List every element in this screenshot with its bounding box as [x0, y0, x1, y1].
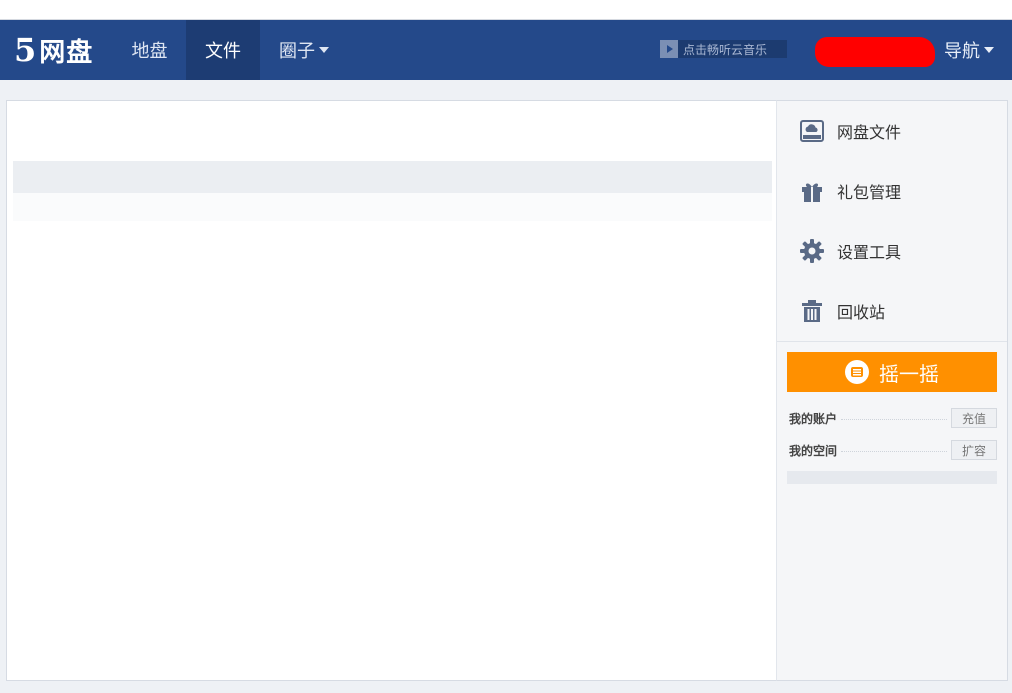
cloud-drive-icon	[799, 118, 825, 144]
redacted-username	[815, 37, 935, 67]
shake-label: 摇一摇	[879, 361, 939, 386]
site-logo[interactable]: 5 网盘	[14, 30, 93, 70]
sidebar-item-settings-tools[interactable]: 设置工具	[777, 221, 1007, 281]
play-icon	[660, 40, 678, 58]
file-list-row	[13, 193, 772, 221]
account-row: 我的账户 充值	[789, 408, 997, 428]
file-list-panel	[6, 100, 777, 681]
sidebar-item-label: 回收站	[837, 303, 886, 322]
sidebar-divider	[777, 341, 1007, 342]
sidebar-item-gift-management[interactable]: 礼包管理	[777, 161, 1007, 221]
space-usage-bar	[787, 471, 997, 484]
nav-tab-label: 圈子	[279, 41, 315, 62]
nav-tab-label: 地盘	[131, 41, 168, 62]
recharge-button[interactable]: 充值	[951, 408, 997, 428]
nav-tab-label: 文件	[205, 41, 241, 62]
nav-tab-dipan[interactable]: 地盘	[113, 20, 186, 80]
dotted-leader	[841, 450, 947, 452]
sidebar-item-recycle-bin[interactable]: 回收站	[777, 281, 1007, 341]
nav-tab-files[interactable]: 文件	[186, 20, 260, 80]
space-label: 我的空间	[789, 443, 838, 458]
nav-tab-circles[interactable]: 圈子	[260, 20, 348, 80]
guide-label: 导航	[944, 41, 980, 62]
sidebar-item-cloud-files[interactable]: 网盘文件	[777, 101, 1007, 161]
logo-text: 网盘	[39, 37, 94, 68]
shake-button[interactable]: 摇一摇	[787, 352, 997, 392]
logo-number: 5	[14, 31, 38, 69]
cloud-music-link[interactable]: 点击畅听云音乐	[660, 40, 787, 58]
gear-icon	[799, 238, 825, 264]
expand-button[interactable]: 扩容	[951, 440, 997, 460]
account-label: 我的账户	[789, 411, 838, 426]
sidebar-item-label: 设置工具	[837, 243, 902, 262]
trash-icon	[799, 298, 825, 324]
space-row: 我的空间 扩容	[789, 440, 997, 460]
file-list-header-row	[13, 161, 772, 193]
top-navbar: 5 网盘 地盘 文件 圈子 点击畅听云音乐 导航	[0, 20, 1012, 80]
gift-icon	[799, 178, 825, 204]
guide-menu[interactable]: 导航	[944, 20, 994, 80]
chevron-down-icon	[319, 47, 329, 53]
sidebar-item-label: 网盘文件	[837, 123, 902, 142]
dotted-leader	[841, 418, 947, 420]
sidebar-item-label: 礼包管理	[837, 183, 902, 202]
browser-top-strip	[0, 0, 1012, 20]
music-label: 点击畅听云音乐	[683, 42, 768, 57]
right-sidebar: 网盘文件 礼包管理 设置工具 回收站 摇一摇 我的账户 充值 我的空间 扩容	[776, 100, 1008, 681]
shake-coin-icon	[845, 360, 869, 384]
chevron-down-icon	[984, 47, 994, 53]
